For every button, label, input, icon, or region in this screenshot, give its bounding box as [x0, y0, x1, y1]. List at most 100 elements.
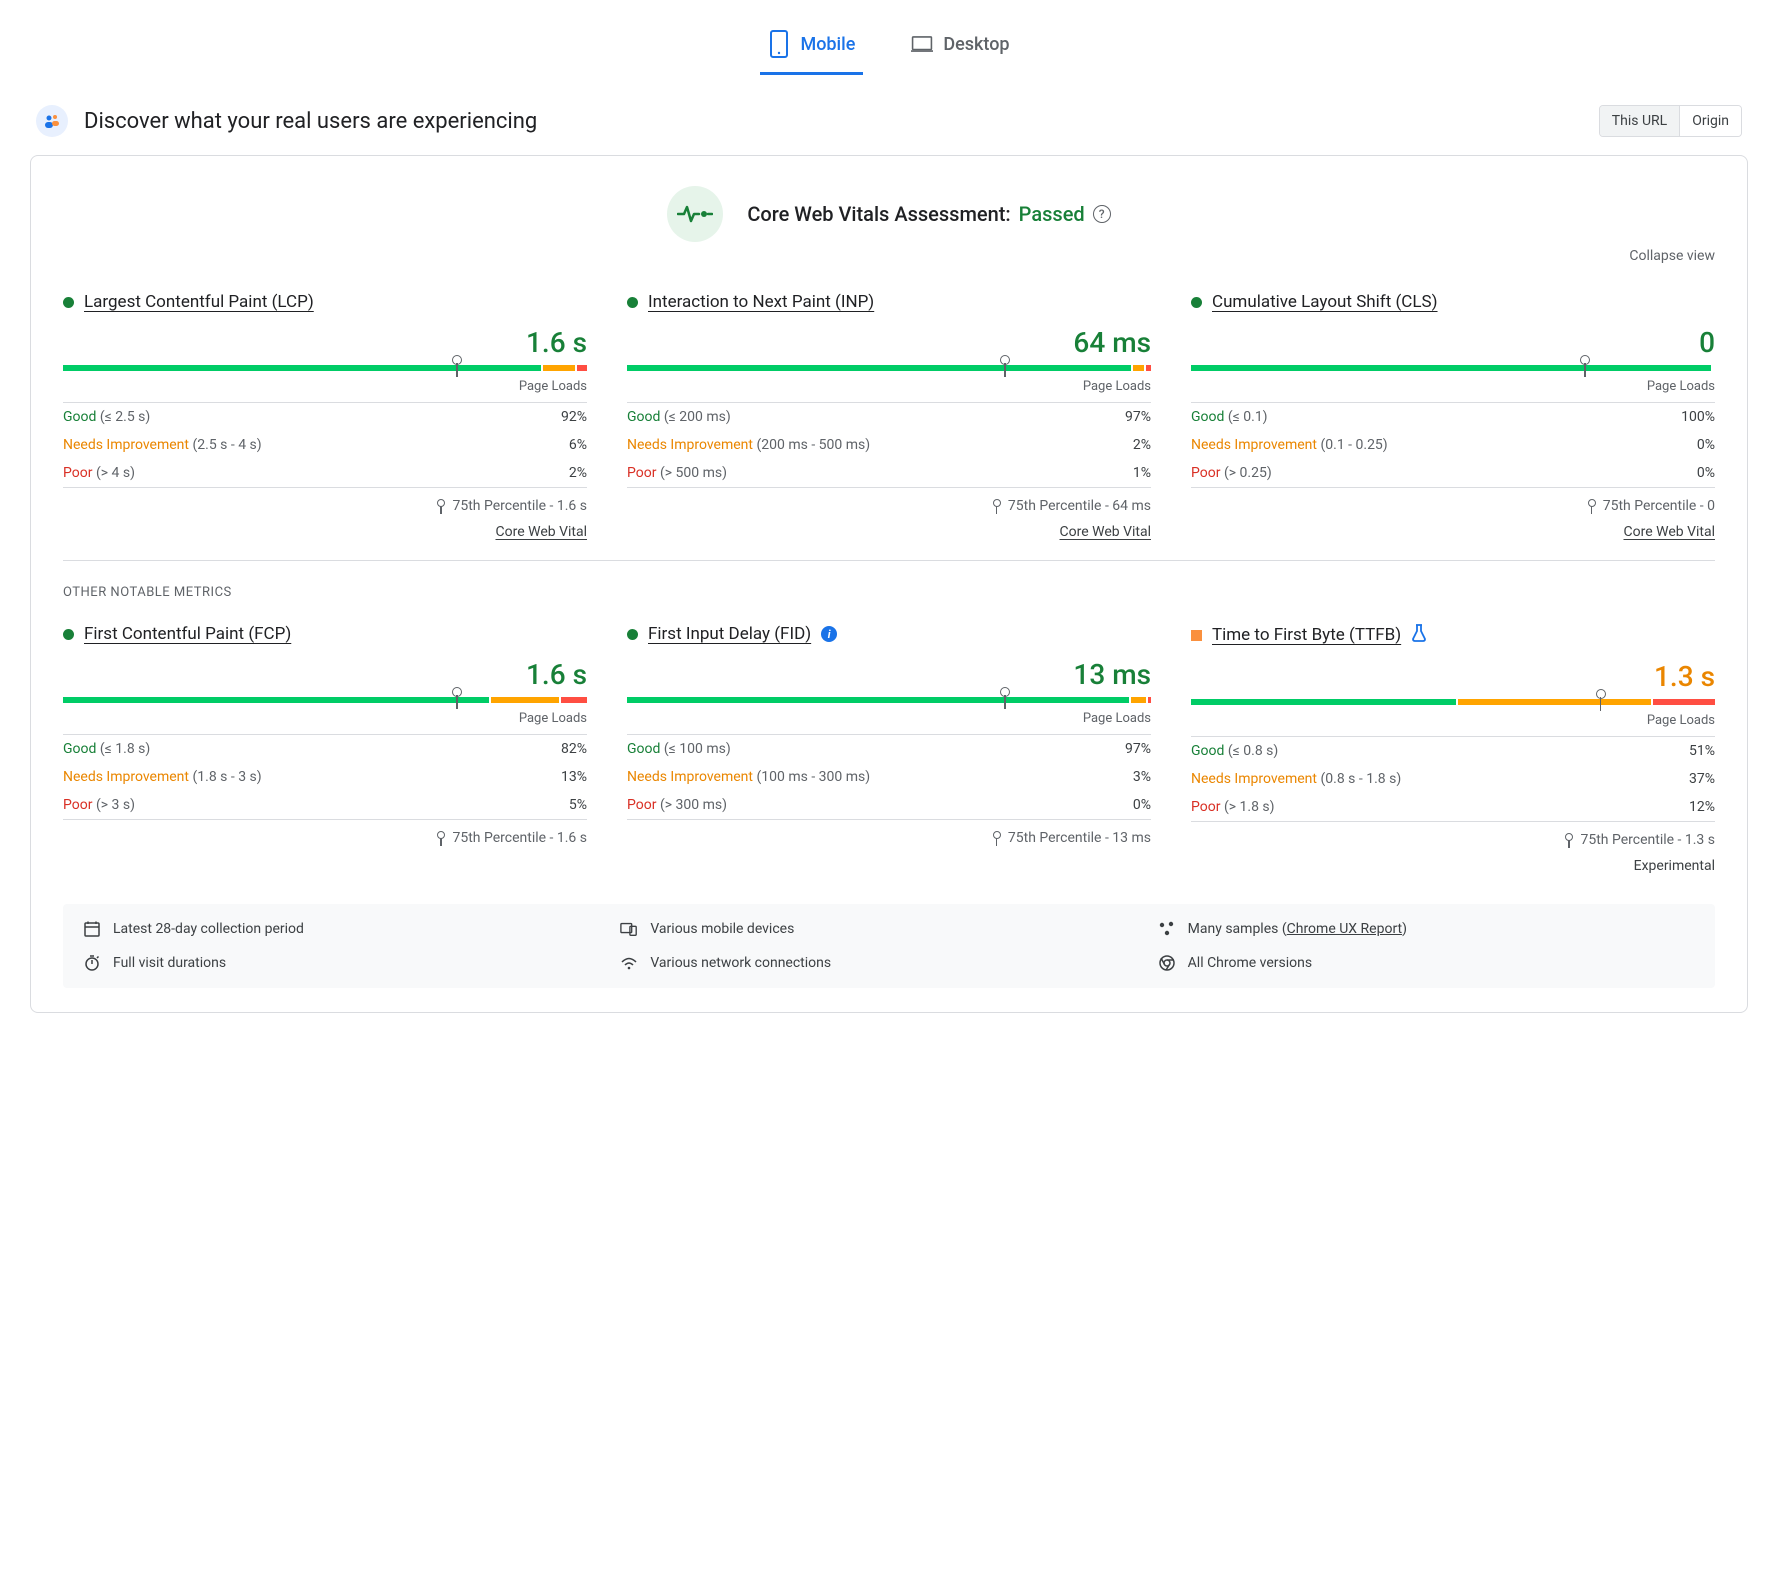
metric-title[interactable]: Largest Contentful Paint (LCP) — [84, 292, 314, 312]
info-durations-text: Full visit durations — [113, 955, 226, 971]
page-loads-label: Page Loads — [627, 379, 1151, 394]
help-icon[interactable]: ? — [1093, 205, 1111, 223]
dist-pct: 13% — [561, 769, 587, 785]
distribution-bar — [627, 365, 1151, 371]
page-loads-label: Page Loads — [1191, 379, 1715, 394]
bar-segment-poor — [1653, 699, 1715, 705]
percentile-marker-icon — [992, 831, 1002, 845]
percentile-row: 75th Percentile - 1.3 s — [1191, 821, 1715, 848]
assessment-label: Core Web Vitals Assessment: — [747, 202, 1010, 226]
dist-label: Needs Improvement — [63, 769, 192, 785]
chrome-ux-report-link[interactable]: Chrome UX Report — [1287, 921, 1402, 937]
dist-row-poor: Poor (> 3 s)5% — [63, 791, 587, 819]
core-metrics-grid: Largest Contentful Paint (LCP) 1.6 s Page … — [63, 292, 1715, 540]
dist-pct: 0% — [1697, 437, 1715, 453]
info-icon[interactable]: i — [821, 626, 837, 642]
metric-title[interactable]: First Input Delay (FID) — [648, 624, 811, 644]
distribution-rows: Good (≤ 100 ms)97%Needs Improvement (100… — [627, 734, 1151, 819]
metric-value: 1.6 s — [63, 326, 587, 359]
info-period-text: Latest 28-day collection period — [113, 921, 304, 937]
dist-row-good: Good (≤ 1.8 s)82% — [63, 735, 587, 763]
distribution-bar — [63, 365, 587, 371]
info-durations: Full visit durations — [83, 954, 620, 972]
dist-pct: 2% — [1133, 437, 1151, 453]
dist-label: Poor — [63, 797, 96, 813]
percentile-text: 75th Percentile - 1.3 s — [1580, 832, 1715, 848]
dist-row-good: Good (≤ 2.5 s) 92% — [63, 403, 587, 431]
dist-row-poor: Poor (> 1.8 s)12% — [1191, 793, 1715, 821]
core-web-vital-link[interactable]: Core Web Vital — [1191, 524, 1715, 540]
bar-segment-ni — [1133, 365, 1143, 371]
percentile-marker-icon — [992, 499, 1002, 513]
assessment-status: Passed — [1019, 202, 1085, 226]
dist-row-ni: Needs Improvement (200 ms - 500 ms)2% — [627, 431, 1151, 459]
device-tabs: Mobile Desktop — [30, 20, 1748, 75]
field-data-panel: Core Web Vitals Assessment: Passed ? Col… — [30, 155, 1748, 1013]
dist-pct: 97% — [1125, 409, 1151, 425]
dist-range: (> 300 ms) — [660, 797, 727, 813]
page-header: Discover what your real users are experi… — [30, 105, 1748, 137]
dist-label: Needs Improvement — [627, 769, 756, 785]
dist-pct: 0% — [1133, 797, 1151, 813]
dist-row-ni: Needs Improvement (1.8 s - 3 s)13% — [63, 763, 587, 791]
dist-label: Needs Improvement — [63, 437, 192, 453]
dist-label: Good — [1191, 409, 1228, 425]
collapse-view-link[interactable]: Collapse view — [1629, 248, 1715, 264]
percentile-marker-icon — [1004, 357, 1006, 379]
percentile-marker-icon — [1600, 691, 1602, 713]
tab-desktop[interactable]: Desktop — [903, 20, 1017, 75]
info-versions-text: All Chrome versions — [1188, 955, 1312, 971]
bar-segment-good — [627, 365, 1131, 371]
dist-pct: 1% — [1133, 465, 1151, 481]
info-devices-text: Various mobile devices — [650, 921, 794, 937]
tab-mobile-label: Mobile — [800, 34, 855, 55]
percentile-marker-icon — [1004, 689, 1006, 711]
dist-range: (≤ 2.5 s) — [100, 409, 150, 425]
dist-range: (≤ 1.8 s) — [100, 741, 150, 757]
info-devices: Various mobile devices — [620, 920, 1157, 938]
metric-fcp: First Contentful Paint (FCP)1.6 sPage Lo… — [63, 624, 587, 874]
metric-value: 13 ms — [627, 658, 1151, 691]
other-metrics-header: OTHER NOTABLE METRICS — [63, 585, 1715, 600]
dist-pct: 37% — [1689, 771, 1715, 787]
dist-range: (> 500 ms) — [660, 465, 727, 481]
dist-range: (> 0.25) — [1224, 465, 1272, 481]
info-footer: Latest 28-day collection period Various … — [63, 904, 1715, 988]
dist-pct: 12% — [1689, 799, 1715, 815]
stopwatch-icon — [83, 954, 101, 972]
dist-label: Poor — [627, 797, 660, 813]
toggle-origin[interactable]: Origin — [1679, 106, 1741, 136]
dist-pct: 5% — [569, 797, 587, 813]
metric-value: 0 — [1191, 326, 1715, 359]
core-web-vital-link[interactable]: Core Web Vital — [63, 524, 587, 540]
dist-pct: 92% — [561, 409, 587, 425]
tab-desktop-label: Desktop — [943, 34, 1009, 55]
distribution-bar — [1191, 699, 1715, 705]
dist-row-ni: Needs Improvement (100 ms - 300 ms)3% — [627, 763, 1151, 791]
bar-segment-good — [63, 697, 489, 703]
toggle-this-url[interactable]: This URL — [1600, 106, 1679, 136]
metric-title[interactable]: First Contentful Paint (FCP) — [84, 624, 291, 644]
percentile-text: 75th Percentile - 0 — [1603, 498, 1715, 514]
bar-segment-good — [63, 365, 541, 371]
percentile-marker-icon — [436, 831, 446, 845]
metric-cls: Cumulative Layout Shift (CLS) 0 Page Loads… — [1191, 292, 1715, 540]
dist-label: Good — [627, 409, 664, 425]
percentile-row: 75th Percentile - 13 ms — [627, 819, 1151, 846]
bar-segment-poor — [577, 365, 587, 371]
dist-pct: 2% — [569, 465, 587, 481]
info-networks: Various network connections — [620, 954, 1157, 972]
core-web-vital-link[interactable]: Core Web Vital — [627, 524, 1151, 540]
dist-label: Poor — [1191, 465, 1224, 481]
percentile-row: 75th Percentile - 1.6 s — [63, 819, 587, 846]
metric-title[interactable]: Interaction to Next Paint (INP) — [648, 292, 874, 312]
metric-title[interactable]: Cumulative Layout Shift (CLS) — [1212, 292, 1438, 312]
dist-row-poor: Poor (> 0.25)0% — [1191, 459, 1715, 487]
status-indicator — [627, 297, 638, 308]
percentile-row: 75th Percentile - 0 — [1191, 487, 1715, 514]
metric-title[interactable]: Time to First Byte (TTFB) — [1212, 625, 1401, 645]
tab-mobile[interactable]: Mobile — [760, 20, 863, 75]
bar-segment-ni — [1458, 699, 1650, 705]
dist-label: Good — [63, 409, 100, 425]
dist-row-good: Good (≤ 0.8 s)51% — [1191, 737, 1715, 765]
